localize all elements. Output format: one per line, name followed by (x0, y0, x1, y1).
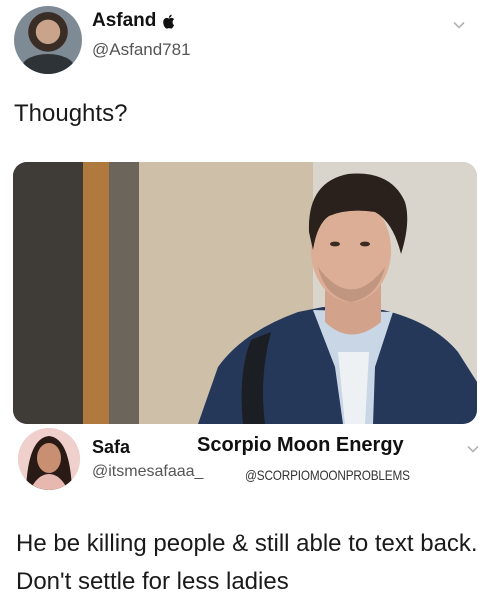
author-handle[interactable]: @Asfand781 (92, 40, 191, 60)
chevron-down-icon[interactable] (466, 442, 480, 456)
avatar-shirt (22, 54, 74, 74)
tweet-text: Thoughts? (14, 100, 128, 127)
reply-author-handle[interactable]: @itsmesafaaa_ (92, 463, 203, 481)
chevron-down-icon[interactable] (452, 18, 466, 32)
reply-tag[interactable]: @SCORPIOMOONPROBLEMS (245, 467, 410, 483)
reply-avatar-illustration (18, 428, 80, 490)
author-name[interactable]: Asfand (92, 10, 156, 32)
photo-illustration (13, 162, 477, 424)
author-name-row: Asfand (92, 10, 175, 32)
author-avatar[interactable] (14, 6, 82, 74)
apple-icon (162, 14, 175, 29)
tweet-photo[interactable] (13, 162, 477, 424)
reply-author-name[interactable]: Safa (92, 437, 130, 458)
reply-text: He be killing people & still able to tex… (16, 530, 478, 595)
reply-title: Scorpio Moon Energy (197, 434, 404, 456)
reply-avatar[interactable] (18, 428, 80, 490)
